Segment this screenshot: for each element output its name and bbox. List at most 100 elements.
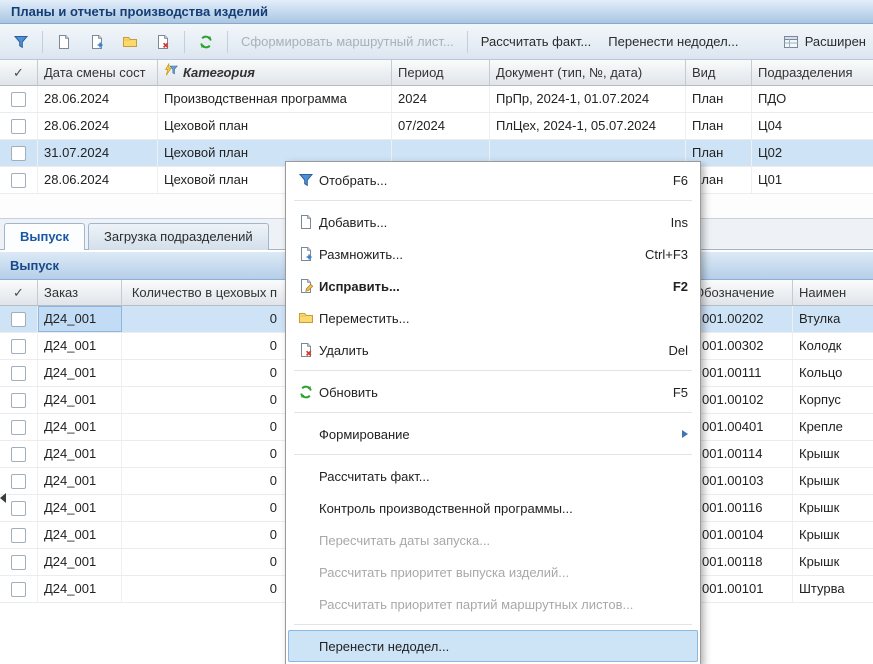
row-checkbox[interactable]	[11, 146, 26, 161]
col-header-order[interactable]: Заказ	[38, 280, 122, 305]
cell-qty: 0	[122, 576, 288, 602]
delete-button[interactable]	[148, 30, 178, 54]
cell-name: Крышк	[793, 522, 873, 548]
row-checkbox[interactable]	[11, 393, 26, 408]
cell-name: Штурва	[793, 576, 873, 602]
refresh-button[interactable]	[191, 30, 221, 54]
category-filter-icon	[164, 60, 178, 85]
col-header-qty[interactable]: Количество в цеховых п	[122, 280, 288, 305]
cell-check	[0, 333, 38, 359]
cell-order: Д24_001	[38, 522, 122, 548]
col-header-date[interactable]: Дата смены сост	[38, 60, 158, 85]
cell-designation: 001.00102	[688, 387, 793, 413]
context-menu: Отобрать... F6 Добавить... Ins Размножит…	[285, 161, 701, 664]
filter-button[interactable]	[6, 30, 36, 54]
add-button[interactable]	[49, 30, 79, 54]
row-checkbox[interactable]	[11, 447, 26, 462]
menu-item-delete[interactable]: Удалить Del	[288, 334, 698, 366]
plans-row[interactable]: 28.06.2024 Цеховой план 07/2024 ПлЦех, 2…	[0, 113, 873, 140]
menu-item-program-control[interactable]: Контроль производственной программы...	[288, 492, 698, 524]
menu-item-shortcut: Del	[668, 343, 688, 358]
filter-icon	[13, 34, 29, 50]
cell-qty: 0	[122, 549, 288, 575]
menu-item-label: Обновить	[319, 385, 655, 400]
menu-item-calc-fact[interactable]: Рассчитать факт...	[288, 460, 698, 492]
menu-item-label: Отобрать...	[319, 173, 655, 188]
cell-document: ПрПр, 2024-1, 01.07.2024	[490, 86, 686, 112]
row-checkbox[interactable]	[11, 92, 26, 107]
menu-item-copy[interactable]: Размножить... Ctrl+F3	[288, 238, 698, 270]
cell-designation: 001.00116	[688, 495, 793, 521]
cell-date: 28.06.2024	[38, 113, 158, 139]
row-checkbox[interactable]	[11, 582, 26, 597]
row-checkbox[interactable]	[11, 528, 26, 543]
col-header-designation[interactable]: Обозначение	[688, 280, 793, 305]
cell-designation: 001.00401	[688, 414, 793, 440]
menu-item-label: Рассчитать приоритет выпуска изделий...	[319, 565, 688, 580]
menu-item-move[interactable]: Переместить...	[288, 302, 698, 334]
col-header-category[interactable]: Категория	[158, 60, 392, 85]
menu-item-shortcut: F2	[673, 279, 688, 294]
cell-name: Корпус	[793, 387, 873, 413]
submenu-arrow-icon	[682, 430, 688, 438]
cell-order: Д24_001	[38, 576, 122, 602]
move-button[interactable]	[115, 30, 145, 54]
menu-item-move-backlog[interactable]: Перенести недодел...	[288, 630, 698, 662]
toolbar-separator	[467, 31, 468, 53]
row-checkbox[interactable]	[11, 173, 26, 188]
menu-item-refresh[interactable]: Обновить F5	[288, 376, 698, 408]
splitter-collapse-arrow[interactable]	[0, 488, 10, 508]
menu-item-formation[interactable]: Формирование	[288, 418, 698, 450]
cell-date: 31.07.2024	[38, 140, 158, 166]
menu-item-add[interactable]: Добавить... Ins	[288, 206, 698, 238]
row-checkbox[interactable]	[11, 420, 26, 435]
cell-qty: 0	[122, 360, 288, 386]
select-all-header[interactable]: ✓	[0, 280, 38, 305]
col-header-period[interactable]: Период	[392, 60, 490, 85]
row-checkbox[interactable]	[11, 339, 26, 354]
row-checkbox[interactable]	[11, 312, 26, 327]
move-folder-icon	[292, 310, 319, 326]
row-checkbox[interactable]	[11, 555, 26, 570]
menu-item-label: Рассчитать факт...	[319, 469, 688, 484]
col-header-division[interactable]: Подразделения	[752, 60, 873, 85]
col-header-name[interactable]: Наимен	[793, 280, 873, 305]
menu-item-edit[interactable]: Исправить... F2	[288, 270, 698, 302]
row-checkbox[interactable]	[11, 119, 26, 134]
cell-division: Ц04	[752, 113, 873, 139]
calc-fact-button[interactable]: Рассчитать факт...	[474, 30, 599, 53]
row-checkbox[interactable]	[11, 366, 26, 381]
menu-separator	[294, 454, 692, 455]
cell-check	[0, 522, 38, 548]
cell-designation: 001.00202	[688, 306, 793, 332]
cell-designation: 001.00104	[688, 522, 793, 548]
cell-check	[0, 140, 38, 166]
menu-item-recalc-launch-dates: Пересчитать даты запуска...	[288, 524, 698, 556]
tab-vypusk[interactable]: Выпуск	[4, 223, 85, 250]
move-backlog-button[interactable]: Перенести недодел...	[601, 30, 745, 53]
cell-period: 07/2024	[392, 113, 490, 139]
cell-qty: 0	[122, 306, 288, 332]
cell-check	[0, 549, 38, 575]
advanced-filter-button[interactable]: Расширен	[776, 30, 873, 54]
row-checkbox[interactable]	[11, 501, 26, 516]
menu-item-label: Пересчитать даты запуска...	[319, 533, 688, 548]
menu-item-label: Перенести недодел...	[319, 639, 688, 654]
copy-button[interactable]	[82, 30, 112, 54]
plans-row[interactable]: 28.06.2024 Производственная программа 20…	[0, 86, 873, 113]
tab-zagruzka-podrazdeleniy[interactable]: Загрузка подразделений	[88, 223, 269, 250]
cell-name: Крепле	[793, 414, 873, 440]
menu-item-label: Размножить...	[319, 247, 627, 262]
cell-qty: 0	[122, 387, 288, 413]
col-header-document[interactable]: Документ (тип, №, дата)	[490, 60, 686, 85]
cell-period: 2024	[392, 86, 490, 112]
col-header-kind[interactable]: Вид	[686, 60, 752, 85]
cell-qty: 0	[122, 441, 288, 467]
menu-item-filter[interactable]: Отобрать... F6	[288, 164, 698, 196]
calc-fact-label: Рассчитать факт...	[481, 34, 592, 49]
row-checkbox[interactable]	[11, 474, 26, 489]
toolbar-separator	[42, 31, 43, 53]
select-all-header[interactable]: ✓	[0, 60, 38, 85]
edit-doc-icon	[292, 278, 319, 294]
cell-qty: 0	[122, 522, 288, 548]
